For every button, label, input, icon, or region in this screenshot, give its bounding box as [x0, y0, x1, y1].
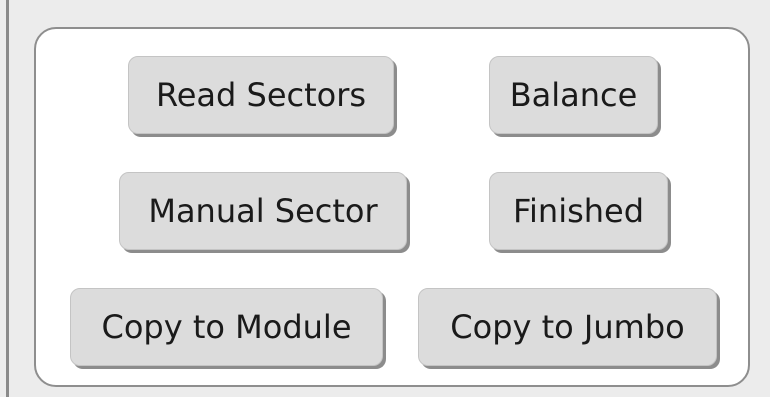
manual-sector-button[interactable]: Manual Sector	[119, 172, 407, 250]
copy-to-jumbo-button[interactable]: Copy to Jumbo	[418, 288, 717, 366]
read-sectors-button[interactable]: Read Sectors	[128, 56, 394, 134]
balance-button[interactable]: Balance	[489, 56, 658, 134]
left-divider	[6, 0, 9, 397]
copy-to-module-button[interactable]: Copy to Module	[70, 288, 383, 366]
finished-button[interactable]: Finished	[489, 172, 668, 250]
